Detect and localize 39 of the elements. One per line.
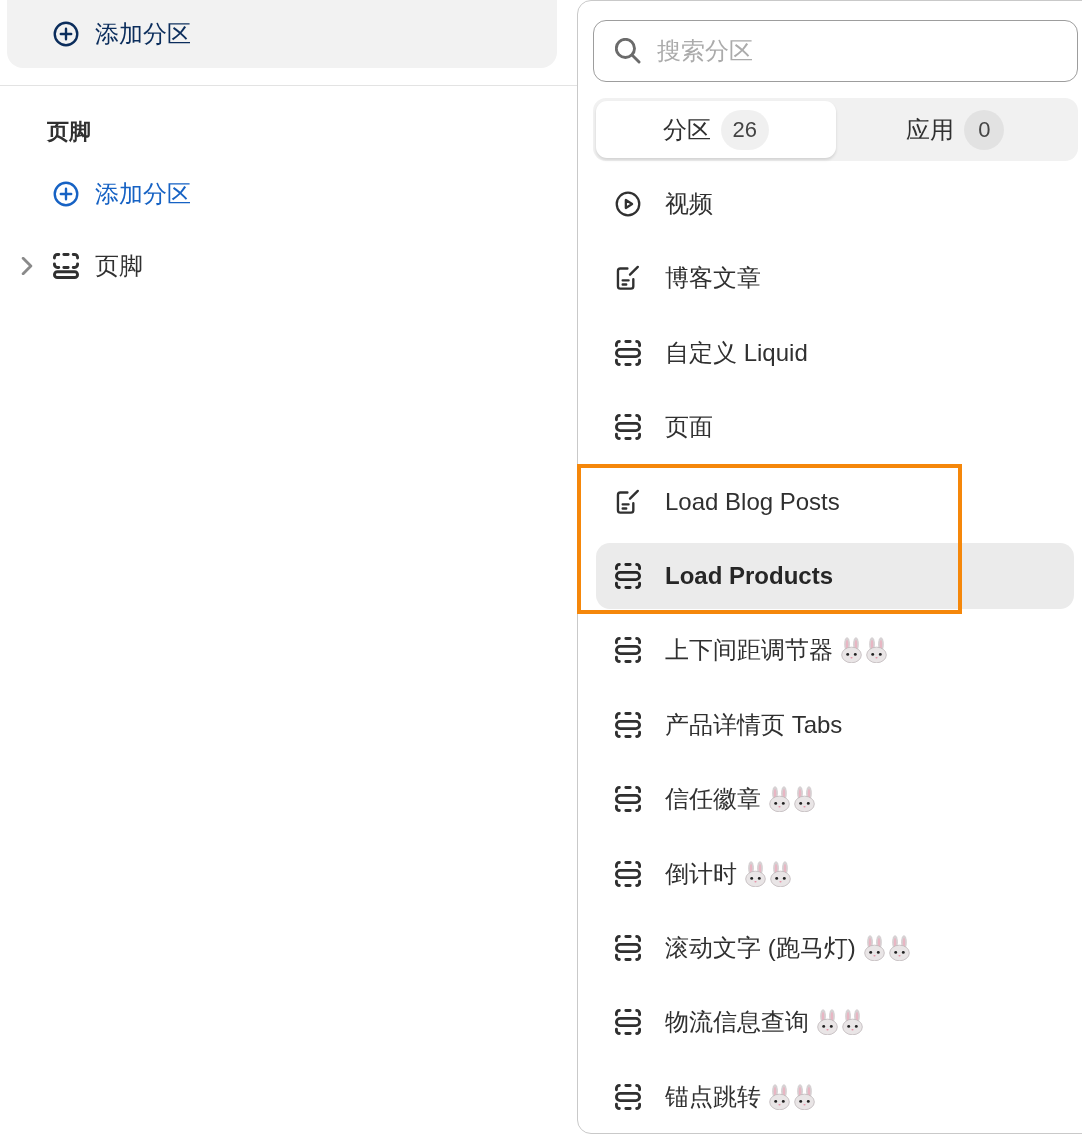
section-icon (615, 414, 641, 441)
section-list-item[interactable]: 视频 (596, 171, 1074, 237)
section-list-item[interactable]: 锚点跳转 (596, 1063, 1074, 1130)
tab[interactable]: 应用 0 (835, 101, 1075, 158)
section-list-item[interactable]: 滚动文字 (跑马灯) (596, 914, 1074, 981)
section-list-item[interactable]: 页面 (596, 394, 1074, 461)
add-section-link[interactable]: 添加分区 (53, 178, 191, 210)
footer-layout-icon (53, 253, 79, 279)
section-list-item[interactable]: 产品详情页 Tabs (596, 691, 1074, 758)
group-heading: 页脚 (47, 118, 91, 146)
section-icon (615, 860, 641, 887)
count-badge: 26 (720, 109, 769, 150)
section-list-item[interactable]: 自定义 Liquid (596, 319, 1074, 386)
section-icon (615, 637, 641, 664)
section-list-item[interactable]: Load Blog Posts (596, 468, 1074, 535)
count-badge: 0 (964, 109, 1005, 150)
add-icon (53, 21, 79, 47)
section-list-item[interactable]: 博客文章 (596, 245, 1074, 312)
section-icon (615, 711, 641, 738)
section-icon (615, 1083, 641, 1110)
section-list-item[interactable]: 物流信息查询 (596, 989, 1074, 1056)
add-icon (53, 181, 79, 207)
section-list-item[interactable]: 信任徽章 (596, 766, 1074, 833)
section-list-item[interactable]: 倒计时 (596, 840, 1074, 907)
edit-note-icon (615, 488, 641, 515)
add-section-button[interactable]: 添加分区 (7, 0, 557, 68)
section-list-item[interactable]: 上下间距调节器 (596, 617, 1074, 684)
edit-note-icon (615, 265, 641, 292)
search-icon (615, 38, 641, 64)
tree-item[interactable]: 页脚 (18, 249, 143, 283)
section-icon (615, 339, 641, 366)
section-icon (615, 934, 641, 961)
search-field[interactable]: 搜索分区 (593, 20, 1078, 82)
section-list-item[interactable]: Load Products (596, 542, 1074, 609)
section-icon (615, 786, 641, 813)
section-icon (615, 562, 641, 589)
play-circle-icon (615, 191, 641, 217)
section-icon (615, 1009, 641, 1036)
tab[interactable]: 分区 26 (596, 101, 836, 158)
